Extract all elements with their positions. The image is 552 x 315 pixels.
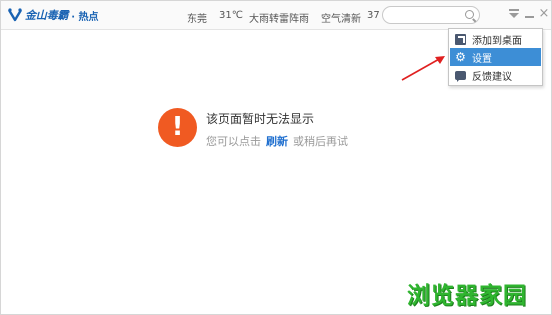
weather-city: 东莞 [187,14,207,25]
minimize-icon[interactable] [524,8,536,20]
menu-item-label: 设置 [472,53,492,65]
search-input[interactable] [382,6,480,24]
app-logo: 金山毒霸 · 热点 [7,7,98,23]
close-icon[interactable]: × [538,7,550,20]
app-name: 金山毒霸 [25,9,69,22]
menu-item-label: 添加到桌面 [472,35,522,47]
error-hint-before: 您可以点击 [206,135,261,148]
title-bar: 金山毒霸 · 热点 东莞 31℃ 大雨转雷阵雨 空气清新 37 × [1,1,551,30]
error-hint: 您可以点击 刷新 或稍后再试 [206,133,348,149]
desktop-shortcut-icon [455,33,466,45]
menu-item-feedback[interactable]: 反馈建议 [450,66,541,84]
menu-item-settings[interactable]: ⚙ 设置 [450,48,541,66]
air-quality-value: 37 [366,10,380,21]
search-icon[interactable] [465,10,474,19]
annotation-arrow-icon [401,56,445,81]
menu-item-label: 反馈建议 [472,71,512,83]
error-icon: ! [158,108,197,147]
error-title: 该页面暂时无法显示 [206,112,315,126]
section-name: · 热点 [71,11,99,23]
weather-condition: 大雨转雷阵雨 [248,14,309,25]
gear-icon: ⚙ [455,49,466,64]
air-quality-label: 空气清新 [320,14,361,25]
refresh-link[interactable]: 刷新 [266,135,288,148]
menu-item-add-to-desktop[interactable]: 添加到桌面 [450,30,541,48]
settings-dropdown-menu: 添加到桌面 ⚙ 设置 反馈建议 [448,28,543,86]
feedback-icon [455,71,466,82]
error-hint-after: 或稍后再试 [293,135,348,148]
shield-logo-icon [7,8,23,22]
app-window: 金山毒霸 · 热点 东莞 31℃ 大雨转雷阵雨 空气清新 37 × 添加到桌面 … [0,0,552,315]
menu-arrow-icon[interactable] [508,8,520,20]
weather-widget[interactable]: 东莞 31℃ 大雨转雷阵雨 空气清新 37 [187,10,380,25]
watermark-logo: 浏览器家园 [407,283,527,309]
weather-temperature: 31℃ [219,10,243,21]
